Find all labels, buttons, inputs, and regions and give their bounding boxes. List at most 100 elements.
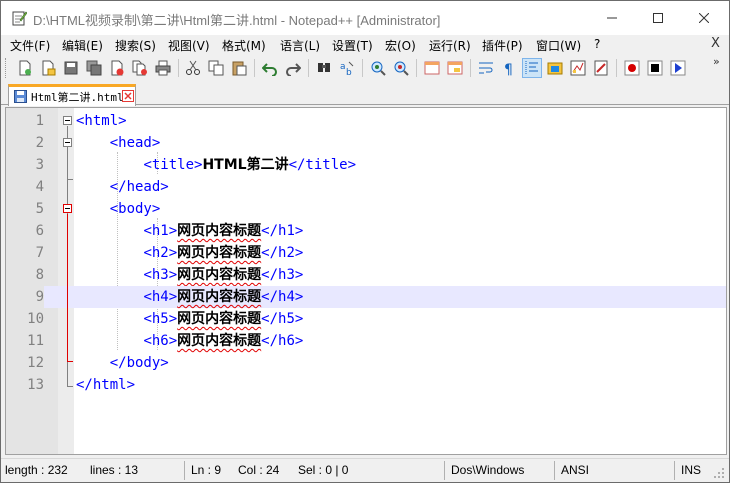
svg-text:a: a (340, 62, 346, 72)
code-open-tag: <h5> (143, 311, 178, 327)
fold-toggle-head[interactable] (63, 138, 72, 147)
folder-workspace-button[interactable] (591, 58, 611, 78)
menu-settings[interactable]: 设置(T) (332, 37, 373, 54)
status-insert-mode[interactable]: INS (681, 463, 701, 477)
code-line[interactable]: 11 <h6>网页内容标题</h6> (6, 330, 726, 352)
close-icon (699, 13, 709, 23)
menu-file[interactable]: 文件(F) (10, 37, 50, 54)
menu-run[interactable]: 运行(R) (429, 37, 471, 54)
code-line[interactable]: 6 <h1>网页内容标题</h1> (6, 220, 726, 242)
line-number: 7 (35, 245, 44, 261)
close-document-button[interactable]: X (711, 36, 720, 51)
play-macro-button[interactable] (668, 58, 688, 78)
sync-horizontal-icon (447, 61, 463, 75)
menu-language[interactable]: 语言(L) (280, 37, 320, 54)
status-separator (554, 461, 555, 480)
print-button[interactable] (153, 58, 173, 78)
code-line[interactable]: 10 <h5>网页内容标题</h5> (6, 308, 726, 330)
replace-button[interactable]: ab (337, 58, 357, 78)
menu-plugins[interactable]: 插件(P) (482, 37, 523, 54)
zoom-in-button[interactable] (368, 58, 388, 78)
copy-icon (208, 60, 224, 76)
sync-horizontal-button[interactable] (445, 58, 465, 78)
menu-format[interactable]: 格式(M) (222, 37, 266, 54)
new-file-icon (19, 60, 31, 76)
menu-help[interactable]: ? (594, 37, 600, 51)
tab-html-file[interactable]: Html第二讲.html (8, 84, 136, 106)
indent-guide-button[interactable] (522, 58, 542, 78)
menu-search[interactable]: 搜索(S) (115, 37, 156, 54)
cut-button[interactable] (183, 58, 203, 78)
status-encoding[interactable]: ANSI (561, 463, 589, 477)
code-line[interactable]: 8 <h3>网页内容标题</h3> (6, 264, 726, 286)
notepadpp-window: D:\HTML视频录制\第二讲\Html第二讲.html - Notepad++… (0, 0, 730, 483)
status-eol-format[interactable]: Dos\Windows (451, 463, 524, 477)
code-content-text: 网页内容标题 (177, 311, 262, 327)
word-wrap-button[interactable] (476, 58, 496, 78)
record-macro-button[interactable] (622, 58, 642, 78)
fold-end-body (67, 361, 73, 362)
code-line[interactable]: 12 </body> (6, 352, 726, 374)
zoom-out-button[interactable] (391, 58, 411, 78)
save-all-icon (86, 60, 102, 76)
stop-macro-button[interactable] (645, 58, 665, 78)
find-button[interactable] (314, 58, 334, 78)
user-language-icon (547, 62, 563, 75)
menu-edit[interactable]: 编辑(E) (62, 37, 103, 54)
sync-vertical-icon (424, 61, 440, 75)
status-length: length : 232 (5, 463, 68, 477)
status-bar: length : 232 lines : 13 Ln : 9 Col : 24 … (1, 458, 729, 482)
menu-view[interactable]: 视图(V) (168, 37, 210, 54)
close-window-button[interactable] (681, 1, 727, 35)
resize-grip-icon[interactable] (713, 467, 725, 479)
svg-text:b: b (346, 68, 352, 76)
menu-window[interactable]: 窗口(W) (536, 37, 581, 54)
close-file-button[interactable] (107, 58, 127, 78)
tab-strip: Html第二讲.html (1, 81, 729, 106)
toolbar-separator (470, 59, 471, 77)
sync-vertical-button[interactable] (422, 58, 442, 78)
svg-text:¶: ¶ (504, 62, 513, 76)
save-button[interactable] (61, 58, 81, 78)
code-line[interactable]: 13 </html> (6, 374, 726, 396)
code-text: <h6>网页内容标题</h6> (76, 330, 303, 352)
replace-icon: ab (340, 61, 354, 76)
fold-toggle-body[interactable] (63, 204, 72, 213)
code-line[interactable]: 5 <body> (6, 198, 726, 220)
code-line[interactable]: 1 <html> (6, 110, 726, 132)
toolbar-separator (616, 59, 617, 77)
code-editor[interactable]: 1 <html> 2 <head> 3 <title>HTML第二讲</title> 4… (5, 107, 727, 455)
code-line[interactable]: 3 <title>HTML第二讲</title> (6, 154, 726, 176)
minimize-button[interactable] (589, 1, 635, 35)
new-file-button[interactable] (15, 58, 35, 78)
save-icon (64, 61, 78, 75)
fold-toggle-html[interactable] (63, 116, 72, 125)
code-line[interactable]: 9 <h4>网页内容标题</h4> (6, 286, 726, 308)
open-file-icon (42, 60, 56, 76)
paste-button[interactable] (229, 58, 249, 78)
undo-button[interactable] (260, 58, 280, 78)
status-column: Col : 24 (238, 463, 280, 477)
redo-button[interactable] (283, 58, 303, 78)
user-language-button[interactable] (545, 58, 565, 78)
open-file-button[interactable] (38, 58, 58, 78)
tab-close-icon[interactable] (122, 90, 134, 102)
maximize-button[interactable] (635, 1, 681, 35)
zoom-in-icon (371, 61, 386, 76)
stop-macro-icon (647, 60, 663, 76)
toolbar-grip[interactable] (5, 58, 8, 78)
function-list-button[interactable] (568, 58, 588, 78)
toolbar-overflow-button[interactable]: » (713, 55, 720, 68)
close-all-button[interactable] (130, 58, 150, 78)
save-all-button[interactable] (84, 58, 104, 78)
copy-button[interactable] (206, 58, 226, 78)
code-line[interactable]: 4 </head> (6, 176, 726, 198)
title-bar[interactable]: D:\HTML视频录制\第二讲\Html第二讲.html - Notepad++… (1, 1, 729, 35)
menu-macro[interactable]: 宏(O) (385, 37, 416, 54)
status-selection: Sel : 0 | 0 (298, 463, 349, 477)
code-line[interactable]: 7 <h2>网页内容标题</h2> (6, 242, 726, 264)
code-line[interactable]: 2 <head> (6, 132, 726, 154)
show-all-chars-button[interactable]: ¶ (499, 58, 519, 78)
